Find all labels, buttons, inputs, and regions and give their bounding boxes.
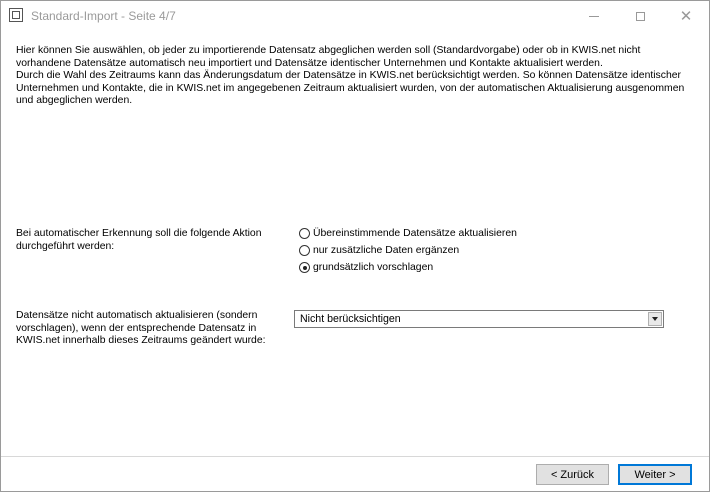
intro-paragraph-1: Hier können Sie auswählen, ob jeder zu i…: [16, 45, 641, 69]
action-label: Bei automatischer Erkennung soll die fol…: [16, 228, 262, 252]
next-button[interactable]: Weiter >: [618, 464, 692, 485]
radio-option-supplement[interactable]: nur zusätzliche Daten ergänzen: [299, 242, 517, 259]
radio-option-update[interactable]: Übereinstimmende Datensätze aktualisiere…: [299, 225, 517, 242]
maximize-button[interactable]: [617, 1, 663, 31]
intro-text: Hier können Sie auswählen, ob jeder zu i…: [16, 45, 696, 108]
close-icon: ✕: [679, 8, 693, 25]
close-button[interactable]: ✕: [663, 1, 709, 31]
window-title: Standard-Import - Seite 4/7: [31, 9, 176, 23]
intro-paragraph-2: Durch die Wahl des Zeitraums kann das Än…: [16, 70, 685, 107]
radio-button[interactable]: [299, 245, 310, 256]
maximize-icon: [635, 11, 645, 21]
radio-option-suggest[interactable]: grundsätzlich vorschlagen: [299, 259, 517, 276]
radio-label: Übereinstimmende Datensätze aktualisiere…: [313, 228, 517, 239]
app-icon: [9, 8, 23, 22]
period-label: Datensätze nicht automatisch aktualisier…: [16, 310, 266, 347]
footer-divider: [1, 456, 709, 457]
minimize-button[interactable]: [571, 1, 617, 31]
back-button[interactable]: < Zurück: [536, 464, 609, 485]
period-select[interactable]: Nicht berücksichtigen: [294, 310, 664, 328]
dropdown-button[interactable]: [648, 312, 662, 326]
radio-label: grundsätzlich vorschlagen: [313, 262, 434, 273]
minimize-icon: [589, 15, 599, 17]
title-bar[interactable]: Standard-Import - Seite 4/7 ✕: [1, 1, 709, 31]
radio-button[interactable]: [299, 228, 310, 239]
action-radio-group: Übereinstimmende Datensätze aktualisiere…: [299, 225, 517, 276]
radio-button-selected[interactable]: [299, 262, 310, 273]
chevron-down-icon: [652, 317, 658, 321]
period-select-value: Nicht berücksichtigen: [300, 313, 401, 325]
import-wizard-window: Standard-Import - Seite 4/7 ✕ Hier könne…: [0, 0, 710, 492]
radio-label: nur zusätzliche Daten ergänzen: [313, 245, 460, 256]
